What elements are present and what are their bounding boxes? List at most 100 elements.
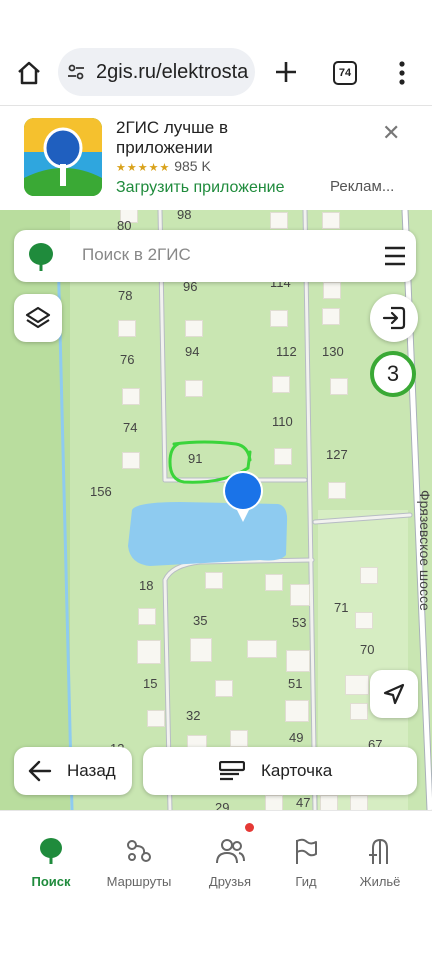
building bbox=[122, 388, 140, 405]
house-number: 156 bbox=[90, 484, 112, 499]
building bbox=[350, 795, 368, 810]
nav-label: Поиск bbox=[31, 874, 71, 889]
house-number: 51 bbox=[288, 676, 303, 691]
site-settings-icon[interactable] bbox=[66, 62, 86, 82]
card-button[interactable]: Карточка bbox=[143, 747, 417, 795]
building bbox=[185, 320, 203, 337]
house-number: 74 bbox=[123, 420, 138, 435]
arrow-left-icon bbox=[28, 760, 52, 782]
house-number: 18 bbox=[139, 578, 154, 593]
nav-item-search[interactable]: Поиск bbox=[8, 837, 94, 889]
nav-item-friends[interactable]: Друзья bbox=[187, 823, 273, 889]
housing-icon bbox=[369, 838, 388, 864]
building bbox=[205, 572, 223, 589]
house-number: 94 bbox=[185, 344, 200, 359]
2gis-app-logo bbox=[24, 118, 102, 196]
house-number: 78 bbox=[118, 288, 133, 303]
house-number: 70 bbox=[360, 642, 375, 657]
building bbox=[247, 640, 277, 658]
url-text: 2gis.ru/elektrosta bbox=[96, 60, 249, 83]
house-number: 35 bbox=[193, 613, 208, 628]
menu-icon[interactable] bbox=[384, 246, 406, 266]
rating-stars: ★★★★★ bbox=[116, 162, 171, 174]
more-menu-icon[interactable] bbox=[396, 60, 408, 86]
nav-label: Жильё bbox=[359, 874, 401, 889]
notification-dot bbox=[245, 823, 254, 832]
login-button[interactable] bbox=[370, 294, 418, 342]
house-number: 130 bbox=[322, 344, 344, 359]
building bbox=[323, 282, 341, 299]
building bbox=[330, 378, 348, 395]
tab-switcher-button[interactable]: 74 bbox=[333, 61, 357, 85]
house-number: 47 bbox=[296, 795, 311, 810]
building bbox=[270, 212, 288, 229]
house-number: 127 bbox=[326, 447, 348, 462]
house-number: 112 bbox=[276, 344, 297, 359]
building bbox=[320, 795, 338, 810]
building bbox=[138, 608, 156, 625]
bottom-navigation: Поиск Маршруты Друзья Гид Жильё bbox=[0, 810, 432, 960]
building bbox=[147, 710, 165, 727]
2gis-leaf-icon bbox=[40, 838, 62, 864]
building bbox=[185, 380, 203, 397]
login-icon bbox=[382, 306, 406, 330]
house-number: 15 bbox=[143, 676, 158, 691]
back-button[interactable]: Назад bbox=[14, 747, 132, 795]
search-bar[interactable]: Поиск в 2ГИС bbox=[14, 230, 416, 282]
nav-label: Друзья bbox=[208, 874, 252, 889]
building bbox=[270, 310, 288, 327]
home-icon[interactable] bbox=[16, 60, 42, 86]
building bbox=[190, 638, 212, 662]
cluster-badge[interactable]: 3 bbox=[370, 351, 416, 397]
building bbox=[322, 308, 340, 325]
house-number: 32 bbox=[186, 708, 201, 723]
building bbox=[215, 680, 233, 697]
building bbox=[265, 574, 283, 591]
building bbox=[360, 567, 378, 584]
nav-item-housing[interactable]: Жильё bbox=[337, 837, 423, 889]
building bbox=[328, 482, 346, 499]
building bbox=[265, 795, 283, 810]
friends-icon bbox=[216, 839, 245, 864]
address-bar[interactable]: 2gis.ru/elektrosta bbox=[58, 48, 255, 96]
layers-button[interactable] bbox=[14, 294, 62, 342]
house-number: 76 bbox=[120, 352, 135, 367]
road-label: Фрязевское шоссе bbox=[417, 490, 432, 611]
house-number: 98 bbox=[177, 210, 192, 222]
building bbox=[290, 584, 310, 606]
house-number: 49 bbox=[289, 730, 304, 745]
search-input[interactable]: Поиск в 2ГИС bbox=[82, 245, 191, 265]
rating-count: 985 K bbox=[174, 158, 211, 174]
building bbox=[355, 612, 373, 629]
building bbox=[137, 640, 161, 664]
building bbox=[285, 700, 309, 722]
back-label: Назад bbox=[67, 761, 116, 780]
download-app-link[interactable]: Загрузить приложение bbox=[116, 179, 285, 197]
layers-icon bbox=[25, 306, 51, 329]
building bbox=[272, 376, 290, 393]
map-canvas bbox=[0, 210, 432, 810]
building bbox=[230, 730, 248, 747]
app-promo-banner[interactable]: 2ГИС лучше в приложении ★★★★★ 985 K Загр… bbox=[0, 106, 432, 210]
nav-item-routes[interactable]: Маршруты bbox=[96, 837, 182, 889]
building bbox=[274, 448, 292, 465]
card-label: Карточка bbox=[261, 761, 333, 780]
location-pin-icon[interactable] bbox=[220, 468, 266, 524]
my-location-button[interactable] bbox=[370, 670, 418, 718]
building bbox=[118, 320, 136, 337]
close-icon[interactable]: ✕ bbox=[382, 120, 400, 146]
routes-icon bbox=[127, 840, 151, 862]
building bbox=[345, 675, 369, 695]
map-view[interactable]: 80 98 114 78 96 76 94 112 130 74 110 91 … bbox=[0, 210, 432, 810]
browser-toolbar: 2gis.ru/elektrosta 74 bbox=[0, 0, 432, 106]
building bbox=[350, 703, 368, 720]
house-number: 29 bbox=[215, 800, 230, 810]
2gis-leaf-icon bbox=[29, 243, 53, 271]
new-tab-icon[interactable] bbox=[274, 60, 298, 84]
card-icon bbox=[219, 761, 245, 781]
house-number: 71 bbox=[334, 600, 349, 615]
ad-label[interactable]: Реклам... bbox=[330, 178, 394, 195]
building bbox=[122, 452, 140, 469]
navigation-arrow-icon bbox=[383, 683, 405, 705]
house-number: 110 bbox=[272, 414, 293, 429]
